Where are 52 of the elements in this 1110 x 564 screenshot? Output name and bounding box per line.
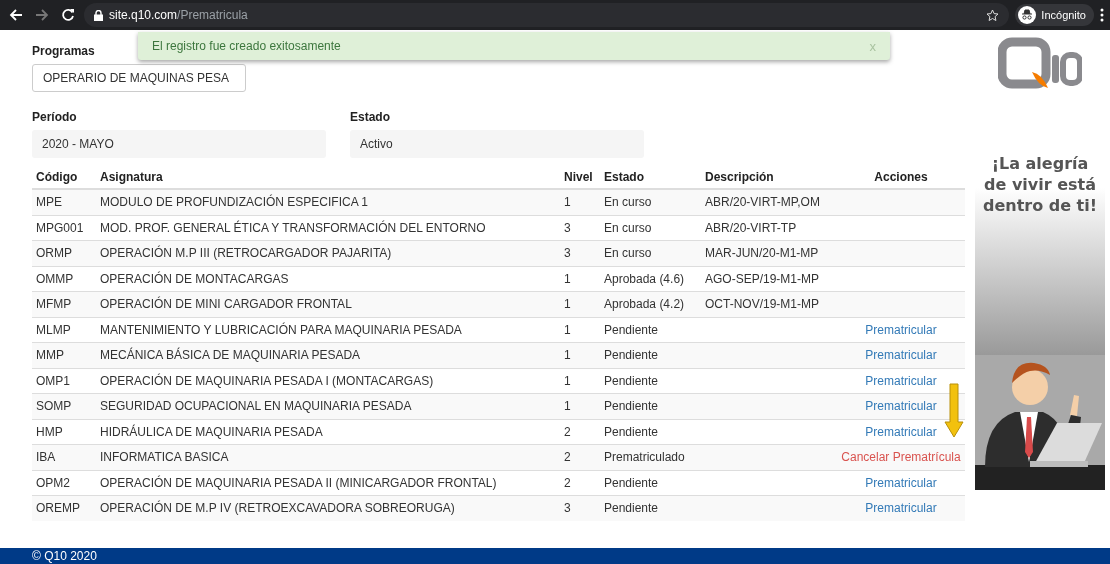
- enroll-link[interactable]: Prematricular: [865, 322, 937, 337]
- table-cell: INFORMATICA BASICA: [96, 444, 560, 470]
- table-cell: OCT-NOV/19-M1-MP: [701, 291, 837, 317]
- table-cell: Prematriculado: [600, 444, 701, 470]
- star-icon[interactable]: [986, 8, 1000, 22]
- address-bar[interactable]: site.q10.com/Prematricula: [84, 3, 1010, 27]
- table-cell: OREMP: [32, 495, 96, 521]
- table-cell: 2: [560, 444, 600, 470]
- table-cell: 1: [560, 291, 600, 317]
- table-cell: MPE: [32, 189, 96, 215]
- ad-slogan: ¡La alegría de vivir está dentro de ti!: [981, 154, 1099, 217]
- lock-icon: [94, 9, 103, 21]
- incognito-icon: [1018, 6, 1037, 24]
- enroll-link[interactable]: Prematricular: [865, 424, 937, 439]
- readonly-field: Activo: [350, 130, 644, 158]
- enroll-link[interactable]: Prematricular: [865, 373, 937, 388]
- readonly-field: 2020 - MAYO: [32, 130, 326, 158]
- menu-icon[interactable]: [1100, 8, 1104, 22]
- table-cell: 1: [560, 393, 600, 419]
- table-cell: 1: [560, 342, 600, 368]
- table-cell: MECÁNICA BÁSICA DE MAQUINARIA PESADA: [96, 342, 560, 368]
- table-cell: Aprobada (4.2): [600, 291, 701, 317]
- url-text: site.q10.com/Prematricula: [109, 8, 248, 22]
- table-cell: Pendiente: [600, 393, 701, 419]
- table-cell: MFMP: [32, 291, 96, 317]
- field-label: Período: [32, 110, 77, 124]
- program-dropdown[interactable]: OPERARIO DE MAQUINAS PESA: [32, 64, 246, 92]
- table-cell: ORMP: [32, 240, 96, 266]
- table-cell: SEGURIDAD OCUPACIONAL EN MAQUINARIA PESADA: [96, 393, 560, 419]
- table-cell: Pendiente: [600, 495, 701, 521]
- table-cell: MODULO DE PROFUNDIZACIÓN ESPECIFICA 1: [96, 189, 560, 215]
- table-cell: 3: [560, 495, 600, 521]
- table-cell: OPERACIÓN DE M.P IV (RETROEXCAVADORA SOBREORUGA): [96, 495, 560, 521]
- enroll-link[interactable]: Prematricular: [865, 475, 937, 490]
- table-cell: SOMP: [32, 393, 96, 419]
- field-label: Programas: [32, 44, 95, 58]
- table-cell: 1: [560, 189, 600, 215]
- table-cell: 3: [560, 240, 600, 266]
- alert-message: El registro fue creado exitosamente: [152, 39, 341, 53]
- table-cell: En curso: [600, 189, 701, 215]
- table-cell: MAR-JUN/20-M1-MP: [701, 240, 837, 266]
- table-cell: Pendiente: [600, 342, 701, 368]
- field-label: Estado: [350, 110, 390, 124]
- incognito-profile-button[interactable]: Incógnito: [1015, 4, 1094, 26]
- table-cell: OPERACIÓN M.P III (RETROCARGADOR PAJARITA): [96, 240, 560, 266]
- footer-text: © Q10 2020: [0, 548, 1110, 564]
- table-cell: OPERACIÓN DE MINI CARGADOR FRONTAL: [96, 291, 560, 317]
- table-cell: En curso: [600, 240, 701, 266]
- table-cell: MMP: [32, 342, 96, 368]
- table-cell: ABR/20-VIRT-MP,OM: [701, 189, 837, 215]
- table-cell: IBA: [32, 444, 96, 470]
- arrow-icon: [944, 383, 964, 439]
